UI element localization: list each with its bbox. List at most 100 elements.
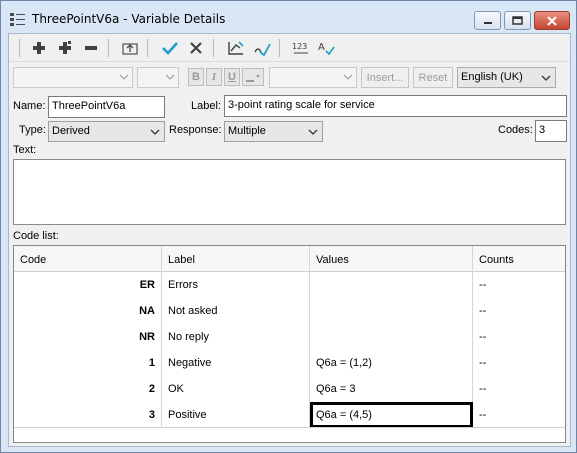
values-cell[interactable] — [310, 272, 473, 298]
insert-button[interactable]: Insert... — [361, 67, 409, 88]
chart-edit-button[interactable] — [225, 38, 247, 58]
cancel-button[interactable] — [185, 38, 207, 58]
codes-label: Codes: — [498, 124, 533, 136]
name-label: Name: — [13, 100, 46, 112]
counts-cell: -- — [479, 409, 487, 421]
counts-cell: -- — [479, 357, 487, 369]
maximize-button[interactable] — [504, 11, 531, 30]
table-row[interactable]: NA Not asked -- — [14, 298, 565, 324]
move-up-icon — [122, 43, 138, 55]
column-header-label[interactable]: Label — [162, 246, 310, 272]
numbering-button[interactable]: 123 — [290, 38, 312, 58]
label-cell[interactable]: No reply — [162, 324, 310, 350]
validate-icon — [254, 43, 271, 56]
maximize-icon — [512, 16, 523, 25]
column-header-values[interactable]: Values — [310, 246, 473, 272]
svg-text:123: 123 — [292, 42, 307, 51]
add-icon — [33, 42, 45, 54]
type-select[interactable]: Derived — [48, 121, 165, 142]
table-row[interactable]: NR No reply -- — [14, 324, 565, 350]
column-header-code[interactable]: Code — [14, 246, 162, 272]
add-multiple-button[interactable] — [54, 38, 76, 58]
label-cell[interactable]: Errors — [162, 272, 310, 298]
table-row[interactable]: 2 OK Q6a = 3 -- — [14, 376, 565, 402]
text-color-button[interactable] — [242, 68, 264, 86]
underline-button[interactable]: U — [224, 68, 240, 86]
table-row[interactable]: 3 Positive Q6a = (4,5) -- — [14, 402, 565, 428]
remove-code-button[interactable] — [80, 38, 102, 58]
variable-list-icon — [10, 12, 26, 26]
format-bar: B I U Insert... Reset English (UK) — [9, 63, 570, 91]
toolbar-separator — [213, 39, 214, 57]
move-up-button[interactable] — [119, 38, 141, 58]
window-title: ThreePointV6a - Variable Details — [32, 12, 226, 26]
chevron-down-icon — [165, 74, 175, 80]
add-code-button[interactable] — [28, 38, 50, 58]
grid-header: Code Label Values Counts — [14, 246, 565, 272]
chevron-down-icon — [119, 74, 129, 80]
spell-check-icon: A — [318, 42, 335, 56]
response-value: Multiple — [228, 125, 266, 137]
minimize-icon — [483, 21, 492, 24]
table-row[interactable]: ER Errors -- — [14, 272, 565, 298]
remove-icon — [85, 46, 97, 50]
chevron-down-icon — [150, 129, 160, 135]
label-cell[interactable]: Negative — [162, 350, 310, 376]
type-value: Derived — [52, 125, 90, 137]
counts-cell: -- — [479, 279, 487, 291]
code-cell[interactable]: 3 — [14, 402, 162, 428]
code-cell[interactable]: NR — [14, 324, 162, 350]
label-cell[interactable]: OK — [162, 376, 310, 402]
label-field[interactable]: 3-point rating scale for service — [224, 95, 567, 117]
table-row[interactable]: 1 Negative Q6a = (1,2) -- — [14, 350, 565, 376]
apply-button[interactable] — [159, 38, 181, 58]
code-cell[interactable]: 1 — [14, 350, 162, 376]
style-combo[interactable] — [269, 67, 357, 88]
svg-text:A: A — [318, 42, 325, 53]
name-field[interactable]: ThreePointV6a — [48, 96, 165, 118]
values-cell[interactable]: Q6a = (1,2) — [310, 350, 473, 376]
code-cell[interactable]: 2 — [14, 376, 162, 402]
variable-details-window: ThreePointV6a - Variable Details 123 A B… — [0, 0, 577, 453]
code-list-label: Code list: — [13, 230, 59, 242]
language-value: English (UK) — [461, 71, 523, 83]
validate-button[interactable] — [251, 38, 273, 58]
language-select[interactable]: English (UK) — [457, 67, 556, 88]
font-name-combo[interactable] — [13, 67, 133, 88]
text-area[interactable] — [13, 159, 566, 225]
numbering-icon: 123 — [292, 42, 308, 54]
values-cell[interactable] — [310, 324, 473, 350]
counts-cell: -- — [479, 331, 487, 343]
chevron-down-icon — [541, 75, 551, 81]
toolbar-separator — [19, 39, 20, 57]
counts-cell: -- — [479, 383, 487, 395]
close-button[interactable] — [534, 11, 570, 30]
font-size-combo[interactable] — [137, 67, 179, 88]
code-cell[interactable]: ER — [14, 272, 162, 298]
code-cell[interactable]: NA — [14, 298, 162, 324]
add-multiple-icon — [59, 41, 71, 54]
label-cell[interactable]: Positive — [162, 402, 310, 428]
values-cell[interactable] — [310, 298, 473, 324]
type-label: Type: — [19, 124, 46, 136]
toolbar-separator — [108, 39, 109, 57]
spell-check-button[interactable]: A — [315, 38, 337, 58]
column-header-counts[interactable]: Counts — [473, 246, 565, 272]
bold-button[interactable]: B — [188, 68, 204, 86]
cancel-x-icon — [190, 42, 202, 54]
label-label: Label: — [191, 100, 221, 112]
grid-divider — [14, 427, 565, 428]
text-color-icon — [246, 75, 260, 82]
minimize-button[interactable] — [474, 11, 501, 30]
values-cell-selected[interactable]: Q6a = (4,5) — [310, 402, 473, 428]
code-list-grid: Code Label Values Counts ER Errors -- NA… — [13, 245, 566, 443]
response-select[interactable]: Multiple — [224, 121, 323, 142]
counts-cell: -- — [479, 305, 487, 317]
chevron-down-icon — [343, 74, 353, 80]
codes-field[interactable]: 3 — [535, 120, 567, 142]
toolbar-separator — [279, 39, 280, 57]
reset-button[interactable]: Reset — [413, 67, 453, 88]
label-cell[interactable]: Not asked — [162, 298, 310, 324]
italic-button[interactable]: I — [206, 68, 222, 86]
values-cell[interactable]: Q6a = 3 — [310, 376, 473, 402]
